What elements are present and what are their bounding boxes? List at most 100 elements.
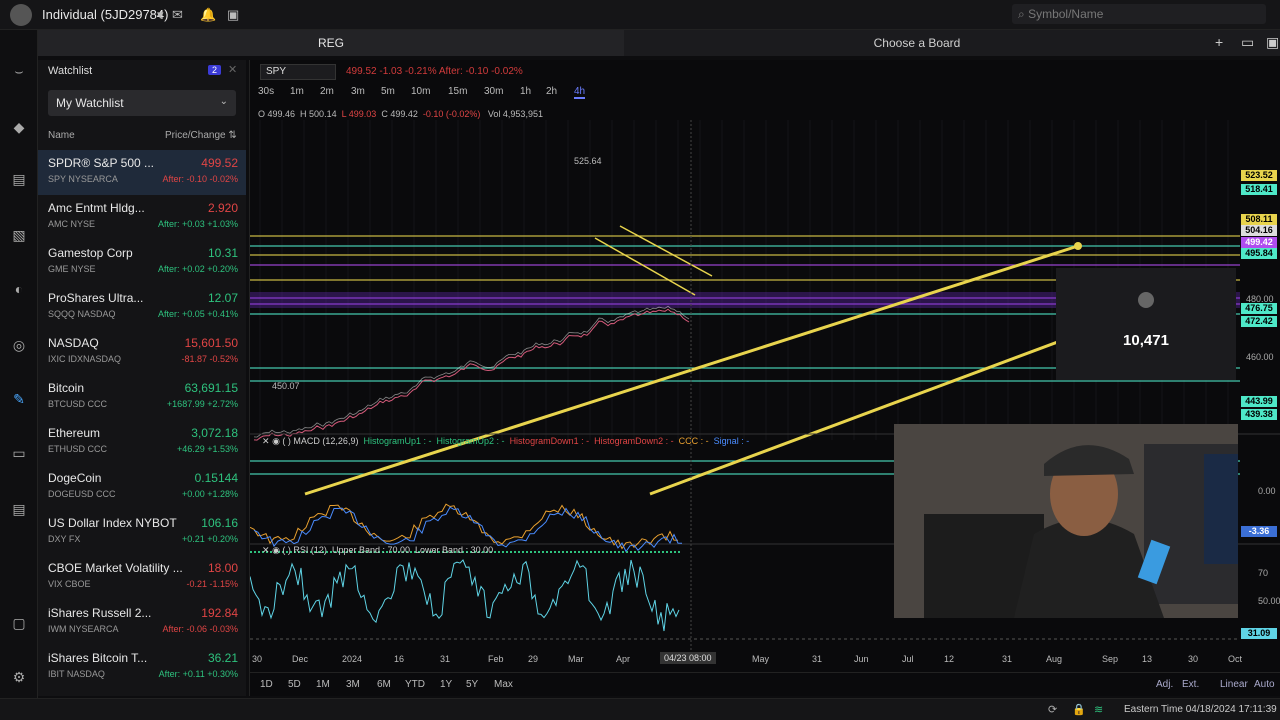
watchlist-row-change: -81.87 -0.52%: [181, 354, 238, 364]
watchlist-row-price: 12.07: [207, 291, 238, 305]
draw-tool-icon[interactable]: ✎: [10, 390, 28, 408]
watchlist-row[interactable]: ProShares Ultra... SQQQ NASDAQ 12.07 After:…: [38, 285, 246, 330]
window-icon[interactable]: ▣: [227, 7, 239, 23]
watchlist-row[interactable]: Gamestop Corp GME NYSE 10.31 After: +0.02 +…: [38, 240, 246, 285]
crosshair-date: 04/23 08:00: [660, 652, 716, 664]
chart-tool-adj[interactable]: Adj.: [1156, 679, 1173, 690]
range-3m[interactable]: 3M: [346, 679, 360, 690]
account-avatar[interactable]: [10, 4, 32, 26]
chart-tool-ext[interactable]: Ext.: [1182, 679, 1199, 690]
sort-icon: ⇅: [228, 130, 237, 141]
overlay-count: 10,471: [1123, 332, 1169, 349]
add-icon[interactable]: +: [1215, 34, 1223, 50]
date-axis-label: Mar: [568, 654, 584, 664]
change-value: -0.10 (-0.02%): [422, 109, 481, 119]
watchlist-row[interactable]: iShares Russell 2... IWM NYSEARCA 192.84 Af…: [38, 600, 246, 645]
image-icon[interactable]: ▧: [10, 226, 28, 244]
watchlist-row-name: iShares Russell 2...: [48, 606, 152, 620]
logo-icon[interactable]: ⌣: [10, 62, 28, 80]
close-icon[interactable]: ✕: [262, 545, 270, 555]
watchlist-row-price: 3,072.18: [191, 426, 238, 440]
symbol-input[interactable]: SPY: [260, 64, 336, 80]
date-axis-label: Feb: [488, 654, 504, 664]
watchlist-row[interactable]: iShares Bitcoin T... IBIT NASDAQ 36.21 Afte…: [38, 645, 246, 690]
chart-tool-auto[interactable]: Auto: [1254, 679, 1275, 690]
desk-icon[interactable]: ▭: [10, 444, 28, 462]
planet-icon[interactable]: ◐: [10, 280, 28, 298]
histogram-up1: HistogramUp1 : -: [363, 436, 432, 446]
watchlist-row[interactable]: DogeCoin DOGEUSD CCC 0.15144 +0.00 +1.28%: [38, 465, 246, 510]
visibility-icon[interactable]: ◉: [272, 436, 280, 446]
watchlist-row-name: Bitcoin: [48, 381, 85, 395]
layout-icon[interactable]: ▣: [1266, 34, 1279, 51]
choose-board-button[interactable]: Choose a Board: [624, 30, 1210, 56]
timeframe-10m[interactable]: 10m: [411, 86, 430, 97]
settings-gear-icon[interactable]: ⚙: [10, 668, 28, 686]
column-header-price-change[interactable]: Price/Change ⇅: [165, 130, 237, 141]
timeframe-2m[interactable]: 2m: [320, 86, 334, 97]
watchlist-row[interactable]: Amc Entmt Hldg... AMC NYSE 2.920 After: +0.…: [38, 195, 246, 240]
printer-icon[interactable]: ▤: [10, 500, 28, 518]
histogram-down2: HistogramDown2 : -: [594, 436, 674, 446]
watchlist-row[interactable]: SPDR® S&P 500 ... SPY NYSEARCA 499.52 After…: [38, 150, 246, 195]
watchlist-row[interactable]: Bitcoin BTCUSD CCC 63,691.15 +1687.99 +2.72…: [38, 375, 246, 420]
timeframe-1m[interactable]: 1m: [290, 86, 304, 97]
range-max[interactable]: Max: [494, 679, 513, 690]
watchlist-row-price: 499.52: [201, 156, 238, 170]
price-axis-label: 460.00: [1246, 352, 1274, 362]
save-board-icon[interactable]: ▭: [1241, 34, 1254, 51]
range-1m[interactable]: 1M: [316, 679, 330, 690]
board-tab-reg[interactable]: REG: [38, 30, 624, 56]
range-bar: 1D 5D 1M 3M 6M YTD 1Y 5Y Max Adj. Ext. Linear Auto: [250, 672, 1280, 694]
visibility-icon[interactable]: ◉: [272, 545, 280, 555]
range-6m[interactable]: 6M: [377, 679, 391, 690]
range-5d[interactable]: 5D: [288, 679, 301, 690]
column-header-name[interactable]: Name: [48, 130, 75, 141]
range-1d[interactable]: 1D: [260, 679, 273, 690]
watchlist-row-name: iShares Bitcoin T...: [48, 651, 148, 665]
watchlist-row-exchange: SQQQ NASDAQ: [48, 309, 116, 319]
watchlist-row[interactable]: US Dollar Index NYBOT DXY FX 106.16 +0.21 +…: [38, 510, 246, 555]
timeframe-15m[interactable]: 15m: [448, 86, 467, 97]
watchlist-row-exchange: IXIC IDXNASDAQ: [48, 354, 122, 364]
date-axis-label: 31: [440, 654, 451, 664]
close-icon[interactable]: ✕: [228, 63, 237, 76]
watchlist-row-name: Amc Entmt Hldg...: [48, 201, 145, 215]
timeframe-4h[interactable]: 4h: [574, 86, 586, 99]
indicator-axis-label: 0.00: [1258, 486, 1276, 496]
timeframe-1h[interactable]: 1h: [520, 86, 531, 97]
date-axis-label: 29: [528, 654, 539, 664]
bell-icon[interactable]: 🔔: [200, 7, 216, 23]
mail-icon[interactable]: ✉: [172, 7, 183, 23]
watchlist-row[interactable]: NASDAQ IXIC IDXNASDAQ 15,601.50 -81.87 -0.5…: [38, 330, 246, 375]
watchlist-row-change: After: -0.10 -0.02%: [162, 174, 238, 184]
range-5y[interactable]: 5Y: [466, 679, 478, 690]
tag-icon[interactable]: ◆: [10, 118, 28, 136]
chevron-down-icon[interactable]: ▾: [157, 7, 164, 23]
range-1y[interactable]: 1Y: [440, 679, 452, 690]
watchlist-row[interactable]: Ethereum ETHUSD CCC 3,072.18 +46.29 +1.53%: [38, 420, 246, 465]
symbol-search-input[interactable]: ⌕ Symbol/Name: [1012, 4, 1266, 24]
watchlist-row[interactable]: CBOE Market Volatility ... VIX CBOE 18.00 -…: [38, 555, 246, 600]
watchlist-select[interactable]: My Watchlist ⌄: [48, 90, 236, 116]
account-selector[interactable]: Individual (5JD29784): [42, 7, 168, 22]
lock-icon[interactable]: 🔒: [1072, 703, 1086, 716]
timeframe-30m[interactable]: 30m: [484, 86, 503, 97]
date-axis-label: Oct: [1228, 654, 1243, 664]
date-axis-label: 12: [944, 654, 955, 664]
range-ytd[interactable]: YTD: [405, 679, 425, 690]
close-icon[interactable]: ✕: [262, 436, 270, 446]
analytics-icon[interactable]: ◎: [10, 336, 28, 354]
date-axis-label: 31: [1002, 654, 1013, 664]
date-axis-label: Jul: [902, 654, 914, 664]
document-icon[interactable]: ▤: [10, 170, 28, 188]
webcam-overlay: [894, 424, 1238, 618]
chat-icon[interactable]: ▢: [10, 614, 28, 632]
timeframe-2h[interactable]: 2h: [546, 86, 557, 97]
refresh-icon[interactable]: ⟳: [1048, 703, 1057, 716]
chevron-down-icon: ⌄: [219, 96, 228, 107]
timeframe-30s[interactable]: 30s: [258, 86, 274, 97]
chart-tool-linear[interactable]: Linear: [1220, 679, 1248, 690]
timeframe-5m[interactable]: 5m: [381, 86, 395, 97]
timeframe-3m[interactable]: 3m: [351, 86, 365, 97]
